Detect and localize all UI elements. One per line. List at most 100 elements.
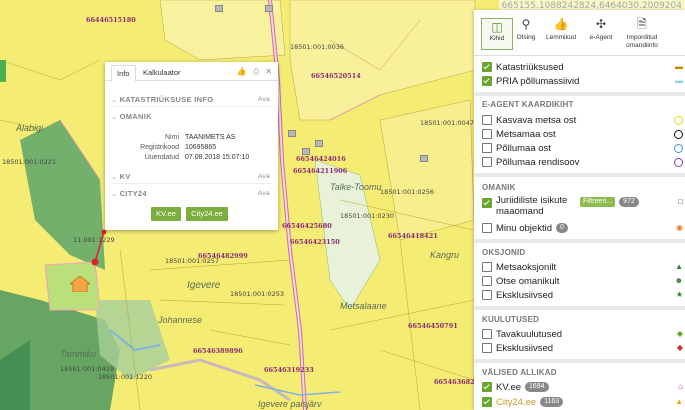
e-agent-item[interactable]: Kasvava metsa ost [482,113,683,127]
omanik-item[interactable]: Minu objektid 0 ◉ [482,221,683,235]
section-divider [474,359,685,363]
checkbox[interactable] [482,276,492,286]
cadastral-label: 11:001:1229 [73,236,115,244]
checkbox[interactable] [482,129,492,139]
place-name: Metsalaane [340,301,387,311]
tool-e-agent[interactable]: ✣ e-Agent [586,14,616,42]
file-icon: 🗎 [637,17,647,31]
checkbox[interactable] [482,262,492,272]
thumbs-up-icon[interactable]: 👍 [237,67,247,77]
building-marker-icon[interactable] [68,275,92,293]
checkbox[interactable] [482,290,492,300]
checkbox[interactable] [482,382,492,392]
checkbox[interactable] [482,157,492,167]
tool-otsing[interactable]: ⚲ Otsing [511,14,541,42]
e-agent-item[interactable]: Põllumaa rendisoov [482,155,683,169]
parcel-id: 66546520514 [311,72,361,80]
source-item[interactable]: KV.ee 1694 ⌂ [482,380,683,394]
star-icon: ★ [675,290,683,299]
building-shape [420,155,428,162]
parcel-id: 66546389896 [193,347,243,355]
open-link[interactable]: Ava [258,190,270,197]
building-shape [315,140,323,147]
checkbox[interactable] [482,329,492,339]
section-divider [474,92,685,96]
checkbox[interactable] [482,143,492,153]
open-link[interactable]: Ava [258,173,270,180]
circle-icon: ◉ [676,223,683,232]
e-agent-item[interactable]: Metsamaa ost [482,127,683,141]
city24-button[interactable]: City24.ee [186,207,228,221]
omanik-item[interactable]: Juriidiliste isikute maaomand Filtreeri.… [482,195,683,219]
kuulutused-header: KUULUTUSED [482,315,540,324]
oksjon-item[interactable]: Metsaoksjonilt ▲ [482,260,683,274]
warning-icon: ▲ [675,397,683,406]
legend-icon: ▬ [675,76,683,85]
panel-toolbar: ◫ Kihid ⚲ Otsing 👍 Lemmikud ✣ e-Agent 🗎 … [474,10,685,56]
parcel-id: 66546450791 [408,322,458,330]
legend-ring-icon [674,130,683,139]
filter-chip[interactable]: Filtreeri... [580,197,616,207]
thumbs-up-icon: 👍 [553,17,569,31]
section-city24[interactable]: ⌄ CITY24 Ava [111,189,272,200]
cadastral-label: 18501:001:0230 [340,212,395,220]
cadastral-label: 18501:001:0256 [380,188,435,196]
place-name: Igevere paisjärv [258,399,322,409]
parcel-id: 66546319233 [264,366,314,374]
checkbox[interactable] [482,76,492,86]
owner-regcode-row: Registrikood 10695865 [140,144,217,151]
cadastral-label: 18501:001:0253 [230,290,285,298]
building-shape [302,148,310,155]
checkbox[interactable] [482,343,492,353]
cadastral-label: 18501:001:0047 [420,119,475,127]
section-kv[interactable]: ⌄ KV Ava [111,172,272,184]
kv-ee-button[interactable]: KV.ee [151,207,181,221]
section-katastri[interactable]: ⌄ KATASTRIÜKSUSE INFO Ava [111,95,272,107]
parcel-id: 665464211906 [293,167,348,175]
tool-imporditud[interactable]: 🗎 Imporditud omandiinfo [620,14,664,50]
section-omanik[interactable]: ⌄ OMANIK [111,112,272,123]
parcel-id: 66546424016 [296,155,346,163]
tool-lemmikud[interactable]: 👍 Lemmikud [546,14,576,42]
open-link[interactable]: Ava [258,96,270,103]
kuulutus-item[interactable]: Eksklusiivsed ◆ [482,341,683,355]
layers-icon: ◫ [491,20,503,34]
diamond-icon: ◆ [676,329,683,338]
print-icon[interactable]: ⎙ [253,67,259,77]
cadastral-label: 18501:001:0257 [165,257,220,265]
target-icon: ✣ [595,17,607,31]
e-agent-header: E-AGENT KAARDIKIHT [482,100,574,109]
source-item[interactable]: City24.ee 1163 ▲ [482,395,683,409]
checkbox[interactable] [482,62,492,72]
cadastral-label: 18501:001:1220 [98,373,153,381]
checkbox[interactable] [482,223,492,233]
legend-ring-icon [674,116,683,125]
parcel-id: 66546425680 [282,222,332,230]
count-badge: 1163 [540,397,564,407]
section-divider [474,173,685,177]
oksjon-item[interactable]: Otse omanikult ☻ [482,274,683,288]
place-name: Alabigi [16,123,44,133]
close-icon[interactable]: ✕ [265,67,272,77]
cadastral-label: 18501:001:0419 [60,365,115,373]
kuulutus-item[interactable]: Tavakuulutused ◆ [482,327,683,341]
cadastral-label: 18501:001:0036 [290,43,345,51]
tab-kalkulaator[interactable]: Kalkulaator [138,65,186,80]
oksjon-item[interactable]: Eksklusiivsed ★ [482,288,683,302]
building-shape [215,5,223,12]
layer-katastri[interactable]: Katastriüksused ▬ [482,60,683,74]
parcel-id: 66546418421 [388,232,438,240]
building-shape [288,130,296,137]
allikad-header: VÄLISED ALLIKAD [482,368,557,377]
tab-info[interactable]: Info [111,65,136,82]
place-name: Tammiku [60,349,97,359]
e-agent-item[interactable]: Põllumaa ost [482,141,683,155]
layer-pria[interactable]: PRIA põllumassiivid ▬ [482,74,683,88]
checkbox[interactable] [482,198,492,208]
checkbox[interactable] [482,397,492,407]
tool-kihid[interactable]: ◫ Kihid [481,18,513,50]
cadastral-label: 18501:001:0221 [2,158,57,166]
building-shape [265,5,273,12]
place-name: Kangru [430,250,460,260]
checkbox[interactable] [482,115,492,125]
